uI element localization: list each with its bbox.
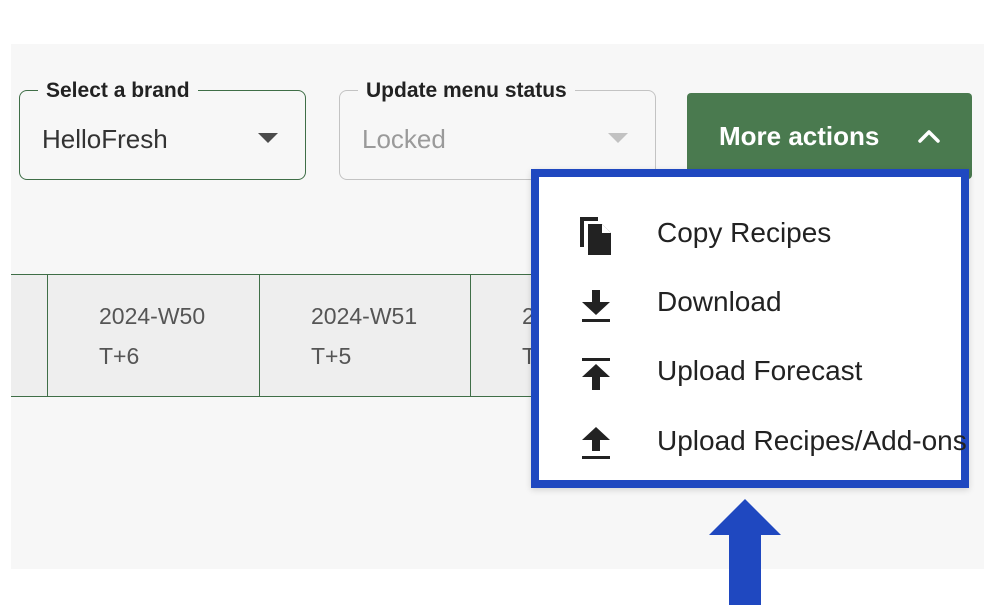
week-label: 2024-W51 <box>311 303 418 329</box>
chevron-up-icon <box>918 130 940 143</box>
menu-item-download[interactable]: Download <box>569 278 949 328</box>
menu-status-value: Locked <box>362 124 446 154</box>
brand-select[interactable]: Select a brand HelloFresh <box>19 78 306 180</box>
caret-down-icon <box>608 133 628 143</box>
menu-item-upload-recipes[interactable]: Upload Recipes/Add-ons <box>569 417 967 467</box>
download-icon <box>582 290 610 322</box>
week-cell[interactable]: 2024-W51 T+5 <box>259 275 471 396</box>
week-offset: T+5 <box>311 343 352 369</box>
week-offset: T+6 <box>99 343 140 369</box>
brand-select-value: HelloFresh <box>42 124 168 154</box>
week-cell[interactable]: 2024-W50 T+6 <box>47 275 260 396</box>
copy-icon <box>580 217 611 255</box>
menu-item-label: Upload Recipes/Add-ons <box>657 425 967 456</box>
upload-icon <box>582 358 610 390</box>
menu-item-label: Copy Recipes <box>657 217 832 248</box>
week-label: 2024-W50 <box>99 303 206 329</box>
week-header-row: 2024-W50 T+6 2024-W51 T+5 2 T <box>11 274 571 397</box>
more-actions-menu: Copy Recipes Download Upload Forecast Up… <box>531 169 969 488</box>
menu-item-upload-forecast[interactable]: Upload Forecast <box>569 347 949 397</box>
more-actions-button[interactable]: More actions <box>687 93 972 179</box>
menu-item-label: Download <box>657 286 782 317</box>
menu-status-select[interactable]: Update menu status Locked <box>339 78 656 180</box>
menu-item-label: Upload Forecast <box>657 355 863 386</box>
menu-status-legend: Update menu status <box>358 78 575 104</box>
arrow-up-icon <box>709 499 781 605</box>
caret-down-icon <box>258 133 278 143</box>
upload-icon <box>582 427 610 459</box>
more-actions-label: More actions <box>719 121 880 151</box>
brand-select-legend: Select a brand <box>38 78 198 104</box>
menu-item-copy-recipes[interactable]: Copy Recipes <box>569 209 949 259</box>
